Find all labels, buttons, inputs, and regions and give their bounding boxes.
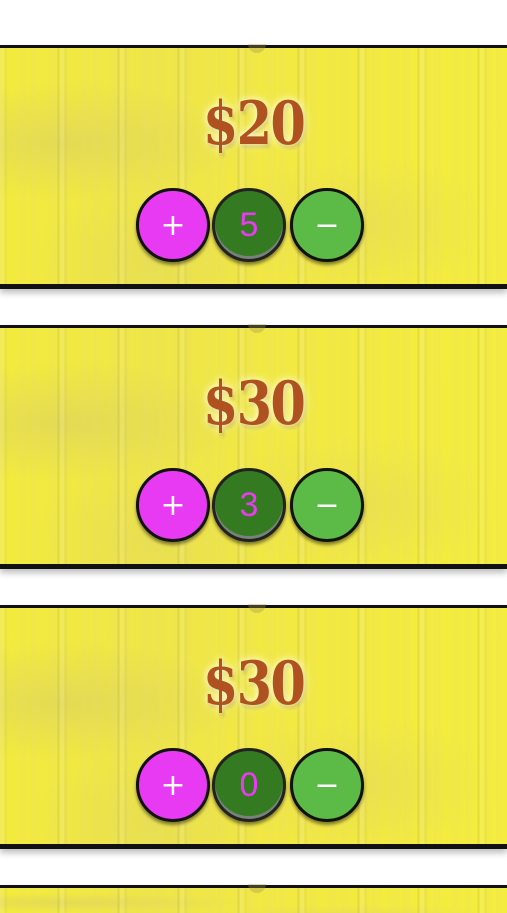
decrement-button[interactable]: − <box>290 468 364 542</box>
quantity-controls: + 3 − <box>136 468 368 546</box>
decrement-button[interactable]: − <box>290 748 364 822</box>
quantity-display: 5 <box>212 188 286 262</box>
product-card: $20 + 5 − <box>0 44 507 289</box>
price-label: $30 <box>202 649 306 719</box>
wood-knot-decoration <box>248 44 266 53</box>
price-label: $30 <box>202 369 306 439</box>
quantity-display: 3 <box>212 468 286 542</box>
product-card-partial <box>0 884 507 913</box>
increment-button[interactable]: + <box>136 188 210 262</box>
wood-knot-decoration <box>248 324 266 333</box>
quantity-controls: + 0 − <box>136 748 368 826</box>
wood-knot-decoration <box>248 604 266 613</box>
product-card: $30 + 0 − <box>0 604 507 849</box>
wood-knot-decoration <box>248 884 266 893</box>
increment-button[interactable]: + <box>136 748 210 822</box>
price-label: $20 <box>202 89 306 159</box>
quantity-display: 0 <box>212 748 286 822</box>
decrement-button[interactable]: − <box>290 188 364 262</box>
product-card: $30 + 3 − <box>0 324 507 569</box>
increment-button[interactable]: + <box>136 468 210 542</box>
quantity-controls: + 5 − <box>136 188 368 266</box>
